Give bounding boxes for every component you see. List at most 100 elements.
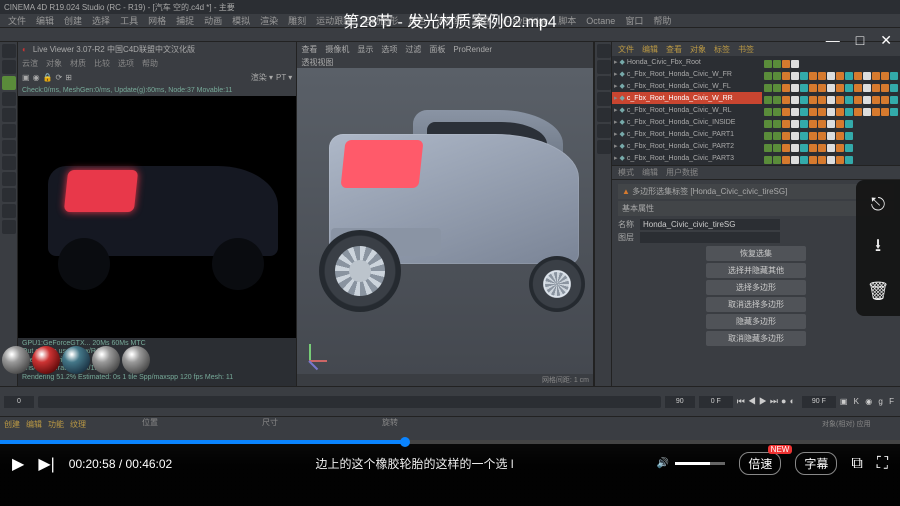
object-row[interactable]: ▸◆c_Fbx_Root_Honda_Civic_PART2 [612,140,762,152]
timeline-cur[interactable] [699,396,733,408]
object-row[interactable]: ▸◆c_Fbx_Root_Honda_Civic_W_RR [612,92,762,104]
attr-button[interactable]: 恢复选集 [706,246,806,261]
menu-item[interactable]: Octane [586,16,615,26]
lv-tab[interactable]: 帮助 [142,58,158,69]
maximize-icon[interactable]: □ [856,32,864,49]
object-tags[interactable] [764,70,898,82]
om-tab[interactable]: 对象 [690,44,706,55]
menu-item[interactable]: 捕捉 [176,14,194,27]
object-tags[interactable] [764,82,898,94]
menu-item[interactable]: 编辑 [36,14,54,27]
vp-menu-item[interactable]: 面板 [429,44,445,55]
coord-tab[interactable]: 创建 [4,419,20,430]
object-row[interactable]: ▸◆c_Fbx_Root_Honda_Civic_W_RL [612,104,762,116]
live-viewer-toolbar[interactable]: ▣◉🔒⟳⊞渲染 ▾PT ▾ [18,70,296,84]
attr-tab[interactable]: 编辑 [642,167,658,178]
download-icon[interactable]: ⭳ [875,233,881,263]
speed-button[interactable]: 倍速 NEW [739,452,781,475]
lv-tab[interactable]: 材质 [70,58,86,69]
menu-item[interactable]: 网格 [148,14,166,27]
progress-bar[interactable] [0,440,900,444]
material-ball[interactable] [32,346,60,374]
object-row[interactable]: ▸◆c_Fbx_Root_Honda_Civic_PART4 [612,164,762,165]
vp-menu-item[interactable]: 摄像机 [325,44,349,55]
menu-item[interactable]: 模拟 [232,14,250,27]
apply-label[interactable]: 对象(相对) 应用 [820,417,900,440]
coord-tab[interactable]: 功能 [48,419,64,430]
volume-control[interactable]: 🔊 [657,458,725,469]
material-ball[interactable] [2,346,30,374]
play-button[interactable]: ▶ [12,454,24,474]
om-tab[interactable]: 查看 [666,44,682,55]
left-toolbar[interactable] [0,42,18,386]
material-ball[interactable] [62,346,90,374]
menu-item[interactable]: 渲染 [260,14,278,27]
object-tags[interactable] [764,118,898,130]
lv-tab[interactable]: 对象 [46,58,62,69]
volume-icon[interactable]: 🔊 [657,458,669,469]
menu-item[interactable]: 文件 [8,14,26,27]
material-ball[interactable] [92,346,120,374]
object-tags[interactable] [764,154,898,166]
object-row[interactable]: ▸◆c_Fbx_Root_Honda_Civic_INSIDE [612,116,762,128]
viewport-tab[interactable]: 透视视图 [297,56,593,68]
menu-item[interactable]: 工具 [120,14,138,27]
delete-icon[interactable]: 🗑 [867,281,890,302]
om-tab[interactable]: 标签 [714,44,730,55]
om-tab[interactable]: 书签 [738,44,754,55]
timeline-track[interactable] [38,396,661,408]
menu-item[interactable]: 创建 [64,14,82,27]
vp-menu-item[interactable]: 选项 [381,44,397,55]
vp-menu-item[interactable]: 过滤 [405,44,421,55]
timeline[interactable]: ⏮◀▶⏭●◐ ▣ K ◉ g F [0,386,900,416]
viewport-menu[interactable]: 查看摄像机显示选项过滤面板 ProRender [297,42,593,56]
minimize-icon[interactable]: — [826,32,840,49]
vp-menu-item[interactable]: ProRender [453,45,492,54]
timeline-start[interactable] [4,396,34,408]
object-list[interactable]: ▸◆Honda_Civic_Fbx_Root ▸◆c_Fbx_Root_Honda… [612,56,900,166]
material-shelf[interactable] [2,346,150,374]
menu-item[interactable]: 窗口 [625,14,643,27]
caption-button[interactable]: 字幕 [795,452,837,475]
object-row[interactable]: ▸◆c_Fbx_Root_Honda_Civic_PART3 [612,152,762,164]
object-row[interactable]: ▸◆Honda_Civic_Fbx_Root [612,56,762,68]
attr-button[interactable]: 取消隐藏多边形 [706,331,806,346]
om-tab[interactable]: 文件 [618,44,634,55]
pip-icon[interactable]: ⧉ [851,455,862,473]
viewport-canvas[interactable] [297,68,593,374]
lv-tab[interactable]: 比较 [94,58,110,69]
attr-button[interactable]: 隐藏多边形 [706,314,806,329]
share-icon[interactable]: ⎋ [871,194,885,215]
attr-tab[interactable]: 用户数据 [666,167,698,178]
menu-item[interactable]: 帮助 [653,14,671,27]
vp-menu-item[interactable]: 查看 [301,44,317,55]
coord-tab[interactable]: 编辑 [26,419,42,430]
object-row[interactable]: ▸◆c_Fbx_Root_Honda_Civic_PART1 [612,128,762,140]
om-tab[interactable]: 编辑 [642,44,658,55]
menu-item[interactable]: 选择 [92,14,110,27]
right-toolbar[interactable] [594,42,612,386]
next-button[interactable]: ▶| [38,454,54,474]
attribute-tabs[interactable]: 模式编辑用户数据 [612,166,900,180]
render-viewport[interactable] [18,96,296,338]
material-ball[interactable] [122,346,150,374]
menu-item[interactable]: 雕刻 [288,14,306,27]
lv-tab[interactable]: 云渲 [22,58,38,69]
timeline-end2[interactable] [802,396,836,408]
layer-input[interactable] [640,232,780,243]
attr-tab[interactable]: 模式 [618,167,634,178]
attr-button[interactable]: 取消选择多边形 [706,297,806,312]
menu-item[interactable]: 脚本 [558,14,576,27]
attr-button[interactable]: 选择多边形 [706,280,806,295]
attr-section[interactable]: 基本属性 [618,201,894,216]
object-tags[interactable] [764,142,898,154]
fullscreen-icon[interactable]: ⛶ [877,455,888,473]
menu-item[interactable]: 动画 [204,14,222,27]
object-tags[interactable] [764,94,898,106]
live-viewer-tabs[interactable]: 云渲对象材质比较选项帮助 [18,56,296,70]
lv-tab[interactable]: 选项 [118,58,134,69]
timeline-end[interactable] [665,396,695,408]
object-row[interactable]: ▸◆c_Fbx_Root_Honda_Civic_W_FL [612,80,762,92]
vp-menu-item[interactable]: 显示 [357,44,373,55]
play-controls[interactable]: ⏮◀▶⏭●◐ [737,396,798,407]
